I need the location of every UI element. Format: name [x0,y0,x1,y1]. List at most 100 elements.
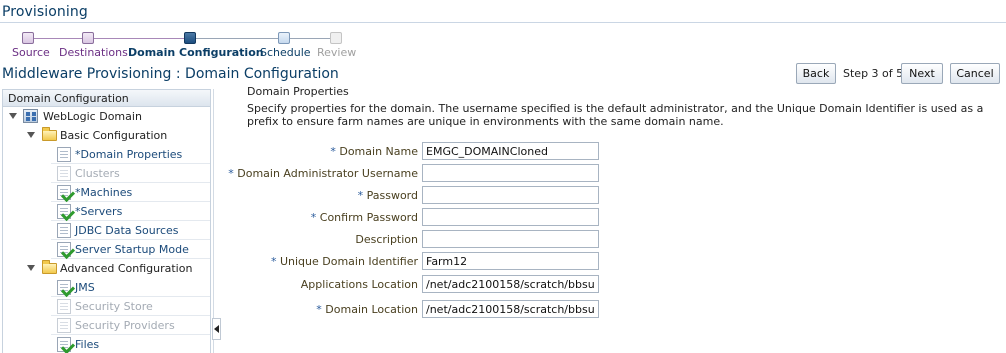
page-icon [57,147,71,162]
train-label-source[interactable]: Source [12,46,50,59]
cancel-button[interactable]: Cancel [950,63,1000,84]
train-connector [34,38,82,39]
train-connector [94,38,184,39]
confirm-password-row: * Confirm Password [230,208,610,227]
tree-node-weblogic-domain[interactable]: WebLogic Domain [3,107,210,126]
tree-item-label: *Servers [75,205,123,218]
tree-item-label: Security Store [75,300,153,313]
page-icon [57,299,71,314]
train-connector [290,38,330,39]
form-description: Specify properties for the domain. The u… [247,102,984,128]
domain-icon [23,109,38,123]
page-checked-icon [57,280,71,295]
tree-node-label: Advanced Configuration [60,262,193,275]
tree-node-label: Basic Configuration [60,129,168,142]
tree-node-advanced-configuration[interactable]: Advanced Configuration [3,259,210,278]
train-stop-destinations[interactable] [82,32,94,44]
back-button[interactable]: Back [796,63,836,84]
section-title: Middleware Provisioning : Domain Configu… [2,66,339,82]
tree-header: Domain Configuration [3,90,210,107]
domain-location-field[interactable] [422,300,599,318]
tree-item-clusters[interactable]: Clusters [51,164,210,183]
domain-name-field[interactable] [422,142,599,160]
tree-item-server-startup-mode[interactable]: Server Startup Mode [51,240,210,259]
page-checked-icon [57,242,71,257]
tree-item-label: JDBC Data Sources [75,224,179,237]
required-marker: * [270,255,277,268]
tree-item-label: Files [75,338,100,351]
tree-node-label: WebLogic Domain [43,110,142,123]
tree-item-label: Server Startup Mode [75,243,189,256]
configuration-tree: Domain Configuration WebLogic Domain Bas… [2,89,211,353]
required-marker: * [330,145,336,158]
applications-location-label: Applications Location [300,278,418,291]
page-icon [57,223,71,238]
train-label-review: Review [317,46,357,59]
password-row: * Password [230,186,610,205]
tree-node-basic-configuration[interactable]: Basic Configuration [3,126,210,145]
tree-item-domain-properties[interactable]: *Domain Properties [51,145,210,164]
admin-username-row: * Domain Administrator Username [228,164,610,183]
title-divider [0,22,1006,23]
applications-location-field[interactable] [422,275,599,293]
description-field[interactable] [422,230,599,248]
tree-item-label: Security Providers [75,319,175,332]
unique-domain-identifier-field[interactable] [422,252,599,270]
tree-item-label: *Machines [75,186,133,199]
applications-location-row: Applications Location [230,275,610,294]
panel-splitter[interactable] [213,89,214,353]
next-button[interactable]: Next [901,63,943,84]
step-indicator: Step 3 of 5 [843,67,904,80]
train-stop-review [330,32,342,44]
page-title: Provisioning [2,4,88,20]
admin-username-label: * Domain Administrator Username [228,167,418,180]
expand-icon[interactable] [9,113,17,119]
required-marker: * [357,189,364,202]
description-row: Description [230,230,610,249]
required-marker: * [228,167,234,180]
wizard-train: Source Destinations Domain Configuration… [0,30,400,60]
collapse-panel-icon[interactable] [212,318,221,340]
unique-domain-identifier-row: * Unique Domain Identifier [230,252,610,271]
tree-item-jms[interactable]: JMS [51,278,210,297]
unique-domain-identifier-label: * Unique Domain Identifier [270,255,418,268]
page-checked-icon [57,185,71,200]
expand-icon[interactable] [27,265,35,271]
tree-item-files[interactable]: Files [51,335,210,353]
tree-item-servers[interactable]: *Servers [51,202,210,221]
train-label-schedule[interactable]: Schedule [260,46,311,59]
confirm-password-label: * Confirm Password [310,211,418,224]
page-checked-icon [57,337,71,352]
expand-icon[interactable] [27,132,35,138]
description-label: Description [355,233,418,246]
page-icon [57,166,71,181]
train-label-domain-configuration: Domain Configuration [128,46,264,59]
train-stop-schedule[interactable] [278,32,290,44]
admin-username-field[interactable] [422,164,599,182]
domain-location-row: * Domain Location [230,300,610,319]
password-label: * Password [357,189,418,202]
confirm-password-field[interactable] [422,208,599,226]
form-heading: Domain Properties [247,85,349,98]
domain-name-row: * Domain Name [230,142,610,161]
train-stop-domain-configuration [184,32,196,44]
tree-item-machines[interactable]: *Machines [51,183,210,202]
tree-item-jdbc-data-sources[interactable]: JDBC Data Sources [51,221,210,240]
train-stop-source[interactable] [22,32,34,44]
tree-item-label: Clusters [75,167,120,180]
password-field[interactable] [422,186,599,204]
page-checked-icon [57,204,71,219]
folder-icon [42,260,57,274]
tree-item-label: *Domain Properties [75,148,183,161]
train-connector [196,38,278,39]
required-marker: * [316,303,322,316]
folder-icon [42,127,57,141]
tree-item-security-providers[interactable]: Security Providers [51,316,210,335]
domain-location-label: * Domain Location [316,303,418,316]
required-marker: * [310,211,317,224]
train-label-destinations[interactable]: Destinations [59,46,128,59]
domain-name-label: * Domain Name [330,145,418,158]
page-icon [57,318,71,333]
tree-item-security-store[interactable]: Security Store [51,297,210,316]
tree-item-label: JMS [75,281,95,294]
